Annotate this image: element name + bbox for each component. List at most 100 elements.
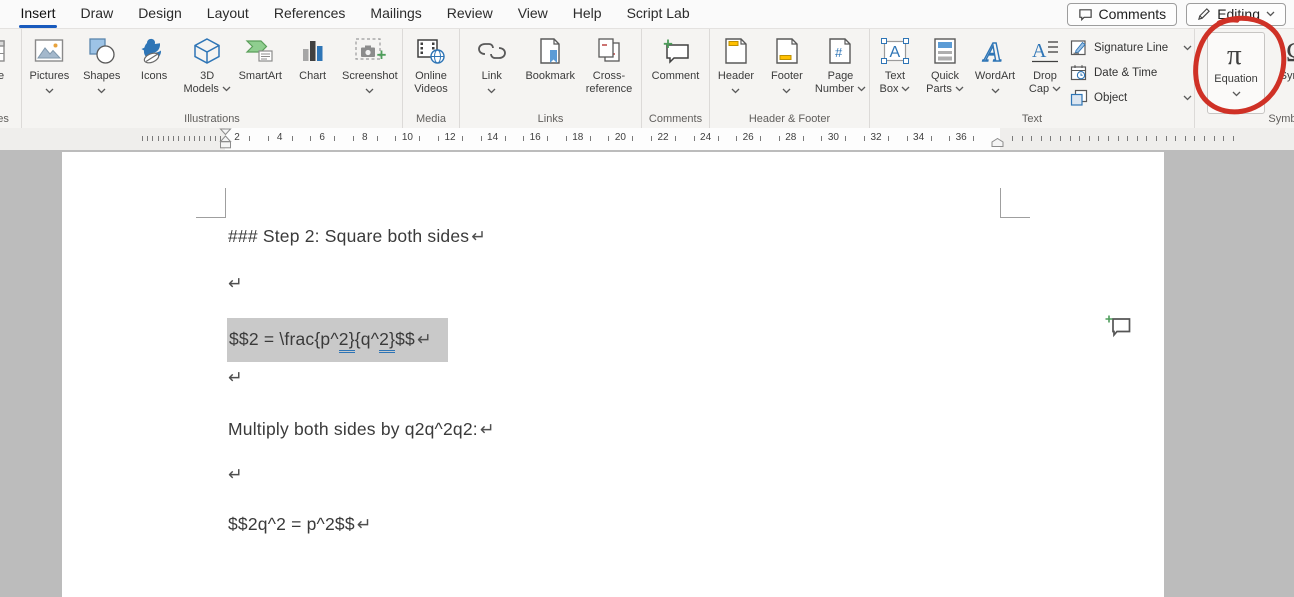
ribbon-group-label: Illustrations: [22, 113, 402, 125]
ribbon-button-object[interactable]: Object: [1070, 89, 1194, 106]
ribbon-button-pictures[interactable]: Pictures: [24, 32, 74, 92]
editing-mode-button[interactable]: Editing: [1186, 3, 1286, 26]
menu-tab-insert[interactable]: Insert: [8, 0, 68, 28]
menu-tab-review[interactable]: Review: [434, 0, 505, 28]
ruler-tick: [1194, 136, 1195, 141]
ribbon-button-text-box[interactable]: ATextBox: [870, 32, 920, 96]
button-label: Footer: [771, 70, 803, 83]
text-extra-buttons: Signature Line Date & Time Object: [1070, 32, 1194, 106]
ribbon-button-date-time[interactable]: Date & Time: [1070, 64, 1194, 81]
chevron-down-icon: [857, 83, 866, 95]
button-label: Link: [482, 70, 502, 83]
ribbon-button-quick-parts[interactable]: QuickParts: [920, 32, 970, 96]
ribbon-button-shapes[interactable]: Shapes: [77, 32, 127, 92]
menu-tab-layout[interactable]: Layout: [194, 0, 261, 28]
button-label-line: Pictures: [29, 70, 69, 82]
selected-equation-line[interactable]: $$2 = \frac{p^2}{q^2}$$↵: [227, 318, 448, 362]
button-label-line: Shapes: [83, 70, 120, 82]
menu-tab-script-lab[interactable]: Script Lab: [614, 0, 702, 28]
ribbon-button-link[interactable]: Link: [467, 32, 517, 92]
chevron-down-icon: [1183, 45, 1194, 51]
ruler-tick: [199, 136, 200, 141]
ribbon-button-screenshot[interactable]: Screenshot: [340, 32, 400, 92]
equation-text: {q^: [355, 329, 379, 349]
button-label: 3DModels: [183, 70, 230, 96]
document-page[interactable]: ### Step 2: Square both sides↵ ↵ $$2 = \…: [62, 152, 1164, 597]
button-label-line: Number: [815, 83, 854, 95]
ruler-tick: [566, 136, 567, 141]
button-label: Table: [0, 70, 4, 83]
ribbon-button-equation[interactable]: πEquation: [1207, 32, 1265, 114]
ruler-number: 26: [743, 132, 754, 143]
ribbon-group-text: ATextBoxQuickPartsAWordArtADropCapSignat…: [870, 28, 1195, 128]
ribbon-button-smartart[interactable]: SmartArt: [235, 32, 285, 83]
ruler-number: 2: [234, 132, 240, 143]
pictures-icon: [34, 35, 64, 67]
ribbon-button-online-videos[interactable]: OnlineVideos: [406, 32, 456, 96]
ruler-tick: [864, 136, 865, 141]
empty-paragraph-mark[interactable]: ↵: [228, 465, 243, 485]
ruler-tick: [334, 136, 335, 141]
ribbon-button-signature-line[interactable]: Signature Line: [1070, 39, 1194, 56]
empty-paragraph-mark[interactable]: ↵: [228, 274, 243, 294]
paragraph-mark: ↵: [417, 330, 432, 350]
comments-button[interactable]: Comments: [1067, 3, 1178, 26]
ruler-tick: [1098, 136, 1099, 141]
chevron-down-icon: [1183, 95, 1194, 101]
ribbon-button-symbol[interactable]: ΩSymbol: [1273, 32, 1294, 92]
ribbon-button-wordart[interactable]: AWordArt: [970, 32, 1020, 92]
chevron-down-icon: [45, 85, 54, 92]
chevron-down-icon: [487, 85, 496, 92]
ruler-tick: [178, 136, 179, 141]
ruler-tick: [1127, 136, 1128, 141]
paragraph-mark: ↵: [357, 515, 372, 535]
ruler-tick: [210, 136, 211, 141]
ruler-tick: [1012, 136, 1013, 141]
ribbon-button-icons[interactable]: Icons: [129, 32, 179, 83]
ribbon-button-cross-reference[interactable]: Cross-reference: [584, 32, 634, 96]
body-paragraph[interactable]: Multiply both sides by q2q^2q2:↵: [228, 419, 495, 440]
comments-button-label: Comments: [1099, 6, 1167, 22]
chevron-down-icon: [731, 85, 740, 92]
ribbon-button-drop-cap[interactable]: ADropCap: [1020, 32, 1070, 96]
button-label: PageNumber: [815, 70, 866, 96]
ribbon-button-header[interactable]: Header: [711, 32, 761, 92]
signature-icon: [1070, 39, 1088, 57]
menu-tab-design[interactable]: Design: [126, 0, 195, 28]
object-icon: [1070, 89, 1088, 107]
ribbon-button-chart[interactable]: Chart: [288, 32, 338, 83]
button-label: SmartArt: [239, 70, 282, 83]
ruler-tick: [462, 136, 463, 141]
paragraph-mark: ↵: [480, 420, 495, 440]
ruler-tick: [1089, 136, 1090, 141]
ruler-tick: [931, 136, 932, 141]
ruler-tick: [173, 136, 174, 141]
ruler-number: 16: [530, 132, 541, 143]
duck-icon: [139, 35, 169, 67]
menu-tab-mailings[interactable]: Mailings: [358, 0, 434, 28]
menu-tab-references[interactable]: References: [261, 0, 358, 28]
equation-line[interactable]: $$2q^2 = p^2$$↵: [228, 514, 372, 535]
empty-paragraph-mark[interactable]: ↵: [228, 368, 243, 388]
ruler-tick: [1233, 136, 1234, 141]
right-indent-marker[interactable]: [991, 134, 1004, 152]
ruler-tick: [1108, 136, 1109, 141]
chevron-down-icon: [222, 83, 231, 95]
equation-text: $$2 = \frac{p^: [229, 329, 339, 349]
ruler-tick: [1175, 136, 1176, 141]
chevron-down-icon: [1052, 83, 1061, 95]
ribbon-button-page-number[interactable]: #PageNumber: [813, 32, 868, 96]
ribbon-button-bookmark[interactable]: Bookmark: [523, 32, 577, 83]
ribbon-button-comment[interactable]: Comment: [650, 32, 702, 83]
add-comment-marker[interactable]: [1105, 314, 1132, 344]
button-label-line: Screenshot: [342, 70, 398, 82]
ruler-tick: [147, 136, 148, 141]
heading-paragraph[interactable]: ### Step 2: Square both sides↵: [228, 226, 486, 247]
ribbon-button-3d-models[interactable]: 3DModels: [181, 32, 232, 96]
menu-tab-view[interactable]: View: [505, 0, 560, 28]
menu-tab-draw[interactable]: Draw: [68, 0, 126, 28]
left-indent-marker[interactable]: [219, 128, 232, 154]
ribbon-button-table[interactable]: Table: [0, 32, 16, 92]
ribbon-button-footer[interactable]: Footer: [762, 32, 812, 92]
menu-tab-help[interactable]: Help: [560, 0, 614, 28]
